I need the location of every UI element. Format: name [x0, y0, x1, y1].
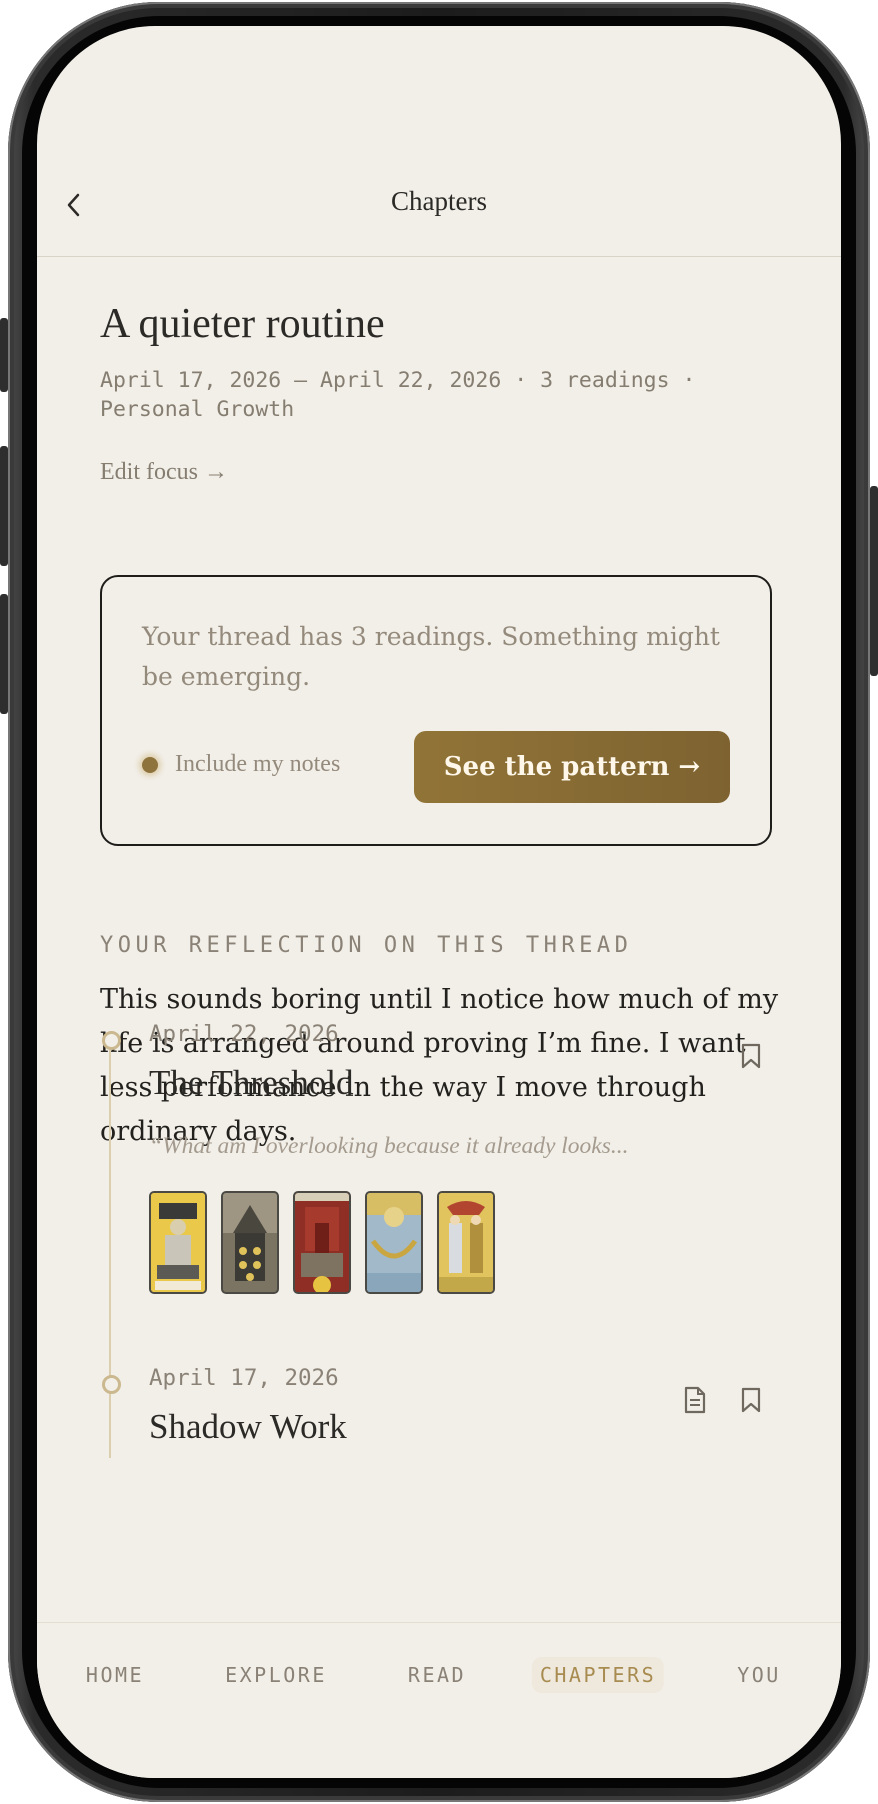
entry-title: The Threshold	[149, 1063, 354, 1102]
volume-up-button	[0, 446, 8, 566]
include-notes-toggle[interactable]: Include my notes	[142, 751, 340, 778]
include-notes-label: Include my notes	[175, 751, 341, 777]
tarot-card-justice[interactable]	[293, 1191, 351, 1294]
timeline-dot-icon	[102, 1375, 121, 1394]
bottom-nav: HOME EXPLORE READ CHAPTERS YOU	[37, 1622, 841, 1778]
top-bar: Chapters	[37, 146, 841, 257]
mute-switch	[0, 318, 8, 392]
notes-icon[interactable]	[683, 1386, 707, 1414]
nav-read[interactable]: READ	[400, 1657, 474, 1693]
bookmark-icon[interactable]	[740, 1043, 762, 1069]
entry-quote: “What am I overlooking because it alread…	[149, 1133, 629, 1159]
nav-you[interactable]: YOU	[729, 1657, 789, 1693]
entry-title: Shadow Work	[149, 1407, 347, 1446]
reflection-heading: YOUR REFLECTION ON THIS THREAD	[100, 933, 633, 958]
tarot-card-row	[149, 1191, 495, 1294]
timeline-line	[109, 1038, 111, 1458]
chapter-title: A quieter routine	[100, 301, 385, 347]
see-pattern-button[interactable]: See the pattern →	[414, 731, 730, 803]
edit-focus-link[interactable]: Edit focus →	[100, 459, 228, 486]
tarot-card-nine-of-pentacles[interactable]	[221, 1191, 279, 1294]
page-title: Chapters	[391, 186, 487, 216]
chapter-meta: April 17, 2026 — April 22, 2026 · 3 read…	[100, 368, 696, 422]
timeline-dot-icon	[102, 1031, 121, 1050]
nav-explore[interactable]: EXPLORE	[217, 1657, 335, 1693]
pattern-card: Your thread has 3 readings. Something mi…	[100, 575, 772, 846]
bookmark-icon[interactable]	[740, 1387, 762, 1413]
volume-down-button	[0, 594, 8, 714]
tarot-card-the-chariot[interactable]	[149, 1191, 207, 1294]
pattern-card-text: Your thread has 3 readings. Something mi…	[142, 622, 720, 691]
entry-date: April 22, 2026	[149, 1021, 339, 1047]
tarot-card-the-moon[interactable]	[365, 1191, 423, 1294]
chapter-content: A quieter routine April 17, 2026 — April…	[100, 256, 780, 1147]
tarot-card-temperance[interactable]	[437, 1191, 495, 1294]
power-button	[870, 486, 878, 676]
app-screen: Chapters A quieter routine April 17, 202…	[37, 26, 841, 1778]
nav-home[interactable]: HOME	[78, 1657, 152, 1693]
entry-date: April 17, 2026	[149, 1365, 339, 1391]
toggle-dot-icon	[142, 756, 158, 773]
nav-chapters[interactable]: CHAPTERS	[531, 1657, 665, 1693]
